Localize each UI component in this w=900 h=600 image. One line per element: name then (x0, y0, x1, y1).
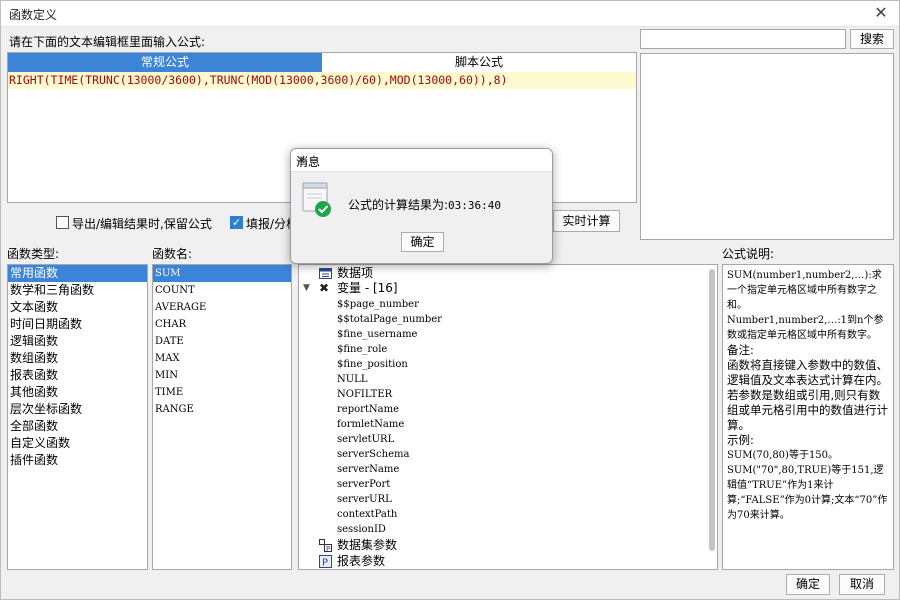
svg-text:P: P (322, 558, 328, 569)
chevron-down-icon[interactable]: ▼ (303, 281, 310, 296)
list-item[interactable]: 文本函数 (8, 299, 147, 316)
list-item[interactable]: 时间日期函数 (8, 316, 147, 333)
list-item[interactable]: 自定义函数 (8, 435, 147, 452)
list-item[interactable]: DATE (153, 333, 291, 350)
formula-text[interactable]: RIGHT(TIME(TRUNC(13000/3600),TRUNC(MOD(1… (8, 72, 636, 89)
tree-node-dataset-params[interactable]: P 数据集参数 (299, 538, 599, 553)
tree-leaf[interactable]: serverSchema (337, 447, 409, 462)
description-paragraph: SUM(number1,number2,…):求一个指定单元格区域中所有数字之和… (727, 270, 882, 311)
list-item[interactable]: SUM (153, 265, 291, 282)
search-results-panel[interactable] (640, 53, 894, 240)
list-item[interactable]: 层次坐标函数 (8, 401, 147, 418)
description-paragraph: Number1,number2,…:1到n个参数或指定单元格区域中所有数字。 (727, 315, 884, 341)
function-names-list: SUM COUNT AVERAGE CHAR DATE MAX MIN TIME… (152, 264, 292, 570)
tree-leaf[interactable]: sessionID (337, 522, 386, 537)
list-item[interactable]: COUNT (153, 282, 291, 299)
success-check-icon (302, 182, 331, 217)
dialog-title-bar: 消息 ✕ (291, 149, 552, 172)
parameter-tree: 数据项 ▼ ✖ 变量 - [16] $$page_number $$totalP… (298, 264, 718, 570)
report-param-icon: P (319, 555, 332, 568)
tree-node-data-items[interactable]: 数据项 (299, 266, 599, 281)
tree-label: 报表参数 (337, 554, 386, 568)
close-icon[interactable]: ✕ (871, 3, 891, 23)
list-item[interactable]: MIN (153, 367, 291, 384)
list-item[interactable]: MAX (153, 350, 291, 367)
dataset-param-icon: P (319, 539, 332, 552)
tree-leaf[interactable]: $$totalPage_number (337, 312, 442, 327)
table-icon (319, 268, 332, 279)
tree-label: 数据项 (337, 266, 374, 280)
cancel-button[interactable]: 取消 (839, 574, 885, 595)
tree-node-report-params[interactable]: P 报表参数 (299, 554, 599, 569)
ok-button[interactable]: 确定 (786, 574, 830, 595)
list-item[interactable]: 数学和三角函数 (8, 282, 147, 299)
formula-tabs: 常规公式 脚本公式 (8, 53, 636, 72)
tree-leaf[interactable]: $fine_username (337, 327, 417, 342)
description-paragraph: 示例: (727, 433, 754, 447)
search-button[interactable]: 搜索 (850, 29, 894, 49)
list-item[interactable]: 插件函数 (8, 452, 147, 469)
list-item[interactable]: 其他函数 (8, 384, 147, 401)
dialog-result-value: 03:36:40 (448, 199, 502, 212)
tree-label: 数据集参数 (337, 538, 398, 552)
tree-leaf[interactable]: $$page_number (337, 297, 419, 312)
tree-leaf[interactable]: contextPath (337, 507, 397, 522)
tree-leaf[interactable]: servletURL (337, 432, 394, 447)
window-title: 函数定义 (9, 8, 58, 22)
realtime-calc-button[interactable]: 实时计算 (553, 210, 620, 232)
list-item[interactable]: 报表函数 (8, 367, 147, 384)
function-types-list: 常用函数 数学和三角函数 文本函数 时间日期函数 逻辑函数 数组函数 报表函数 … (7, 264, 148, 570)
description-paragraph: 函数将直接键入参数中的数值、逻辑值及文本表达式计算在内。若参数是数组或引用,则只… (727, 358, 888, 432)
list-item[interactable]: AVERAGE (153, 299, 291, 316)
variable-icon: ✖ (319, 281, 330, 295)
dialog-ok-button[interactable]: 确定 (401, 232, 444, 252)
list-item[interactable]: RANGE (153, 401, 291, 418)
tree-leaf[interactable]: NULL (337, 372, 367, 387)
prompt-label: 请在下面的文本编辑框里面输入公式: (9, 35, 206, 49)
tree-leaf[interactable]: $fine_role (337, 342, 387, 357)
svg-text:P: P (326, 545, 330, 552)
description-heading: 公式说明: (722, 247, 775, 261)
tree-label: 变量 - [16] (337, 281, 398, 295)
formula-description: SUM(number1,number2,…):求一个指定单元格区域中所有数字之和… (722, 264, 894, 570)
list-item[interactable]: 全部函数 (8, 418, 147, 435)
tab-regular-formula[interactable]: 常规公式 (8, 53, 322, 72)
description-paragraph: 备注: (727, 343, 754, 357)
search-input[interactable] (640, 29, 846, 49)
keep-formula-label: 导出/编辑结果时,保留公式 (72, 217, 212, 231)
tree-leaf[interactable]: serverPort (337, 477, 390, 492)
tree-node-variables[interactable]: ▼ ✖ 变量 - [16] (299, 281, 599, 296)
message-dialog: 消息 ✕ 公式的计算结果为:03:36:40 确定 (290, 148, 553, 264)
description-paragraph: SUM(70,80)等于150。 (727, 450, 839, 461)
list-item[interactable]: 逻辑函数 (8, 333, 147, 350)
dialog-message: 公式的计算结果为:03:36:40 (348, 196, 501, 213)
function-names-heading: 函数名: (152, 247, 193, 261)
dialog-close-icon[interactable]: ✕ (296, 153, 548, 167)
function-definition-window: 函数定义 ✕ 请在下面的文本编辑框里面输入公式: 搜索 常规公式 脚本公式 RI… (0, 0, 900, 600)
tree-leaf[interactable]: serverName (337, 462, 399, 477)
tree-leaf[interactable]: formletName (337, 417, 404, 432)
function-types-heading: 函数类型: (7, 247, 60, 261)
title-bar: 函数定义 ✕ (1, 1, 899, 27)
list-item[interactable]: 数组函数 (8, 350, 147, 367)
dialog-message-prefix: 公式的计算结果为: (348, 198, 449, 212)
tree-scrollbar[interactable] (709, 269, 715, 551)
list-item[interactable]: TIME (153, 384, 291, 401)
list-item[interactable]: 常用函数 (8, 265, 147, 282)
tree-leaf[interactable]: NOFILTER (337, 387, 392, 402)
tree-leaf[interactable]: reportName (337, 402, 399, 417)
tab-script-formula[interactable]: 脚本公式 (322, 53, 636, 72)
keep-formula-checkbox[interactable] (56, 216, 69, 229)
tree-leaf[interactable]: serverURL (337, 492, 392, 507)
list-item[interactable]: CHAR (153, 316, 291, 333)
description-paragraph: SUM("70",80,TRUE)等于151,逻辑值“TRUE”作为1来计算;“… (727, 465, 888, 521)
fill-checkbox[interactable]: ✓ (230, 216, 243, 229)
tree-leaf[interactable]: $fine_position (337, 357, 408, 372)
